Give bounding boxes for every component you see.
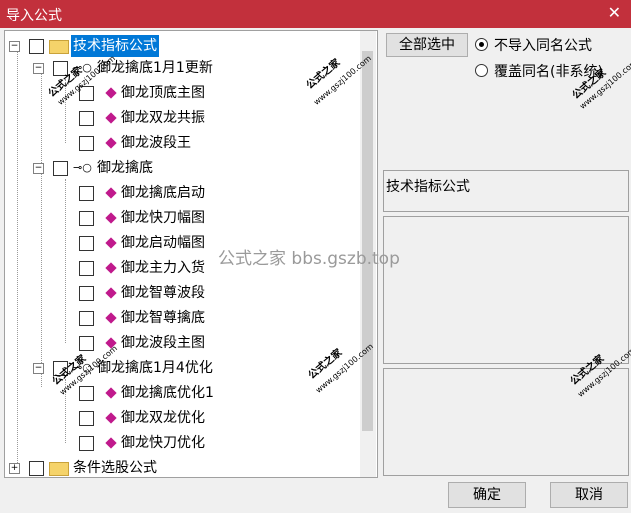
formula-icon [105,262,117,274]
formula-icon [105,187,117,199]
checkbox[interactable] [79,386,94,401]
formula-icon [105,112,117,124]
tree-node-label[interactable]: 条件选股公式 [73,457,157,477]
tree-item-label[interactable]: 御龙顶底主图 [121,82,205,104]
tree-item-label[interactable]: 御龙波段主图 [121,332,205,354]
collapse-icon[interactable]: − [9,41,20,52]
tree-item-label[interactable]: 御龙快刀幅图 [121,207,205,229]
tree-item-label[interactable]: 御龙擒底启动 [121,182,205,204]
scrollbar-thumb[interactable] [362,51,373,431]
checkbox[interactable] [79,436,94,451]
tree-item-label[interactable]: 御龙双龙优化 [121,407,205,429]
folder-icon [49,462,69,476]
title-bar: 导入公式 ✕ [0,0,631,28]
tree-item-label[interactable]: 御龙智尊波段 [121,282,205,304]
tree-item-label[interactable]: 御龙启动幅图 [121,232,205,254]
description-box [383,216,629,364]
checkbox[interactable] [53,161,68,176]
tree-line [65,179,66,343]
expand-icon[interactable]: + [9,463,20,474]
formula-icon [105,287,117,299]
radio-no-import-label[interactable]: 不导入同名公式 [494,35,592,55]
collapse-icon[interactable]: − [33,363,44,374]
window-title: 导入公式 [6,8,62,24]
checkbox[interactable] [79,411,94,426]
tree-item-label[interactable]: 御龙擒底优化1 [121,382,214,404]
formula-type-box: 技术指标公式 [383,170,629,212]
tree-item-label[interactable]: 御龙双龙共振 [121,107,205,129]
tree-line [17,47,18,467]
formula-type-text: 技术指标公式 [386,179,470,195]
watermark-text: 公式之家 bbs.gszb.top [218,249,400,269]
collapse-icon[interactable]: − [33,163,44,174]
checkbox[interactable] [79,336,94,351]
checkbox[interactable] [79,261,94,276]
checkbox[interactable] [79,236,94,251]
checkbox[interactable] [29,39,44,54]
formula-icon [105,412,117,424]
formula-icon [105,437,117,449]
checkbox[interactable] [79,136,94,151]
folder-icon [49,40,69,54]
tree-group-label[interactable]: 御龙擒底 [97,157,153,179]
checkbox[interactable] [79,186,94,201]
formula-icon [105,387,117,399]
formula-icon [105,237,117,249]
cancel-button[interactable]: 取消 [550,482,628,508]
tree-item-label[interactable]: 御龙主力入货 [121,257,205,279]
formula-icon [105,312,117,324]
checkbox[interactable] [79,211,94,226]
key-icon: ⊸○ [73,161,92,174]
radio-no-import[interactable] [475,38,488,51]
tree-line [41,67,42,387]
checkbox[interactable] [29,461,44,476]
checkbox[interactable] [79,311,94,326]
close-icon[interactable]: ✕ [608,3,621,22]
ok-button[interactable]: 确定 [448,482,526,508]
formula-icon [105,212,117,224]
checkbox[interactable] [79,111,94,126]
select-all-button[interactable]: 全部选中 [386,33,468,57]
collapse-icon[interactable]: − [33,63,44,74]
checkbox[interactable] [79,286,94,301]
radio-overwrite[interactable] [475,64,488,77]
tree-item-label[interactable]: 御龙快刀优化 [121,432,205,454]
tree-group-label[interactable]: 御龙擒底1月4优化 [97,357,213,379]
tree-item-label[interactable]: 御龙波段王 [121,132,191,154]
tree-node-label[interactable]: 技术指标公式 [71,35,159,57]
formula-icon [105,137,117,149]
tree-item-label[interactable]: 御龙智尊擒底 [121,307,205,329]
formula-icon [105,87,117,99]
